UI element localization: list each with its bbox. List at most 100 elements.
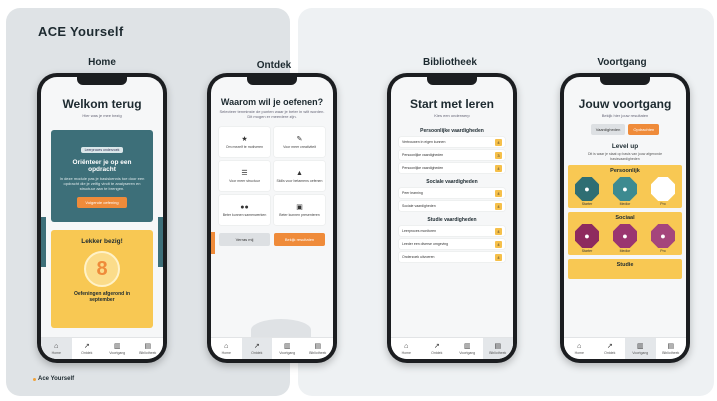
library-icon: ▤ <box>494 342 502 350</box>
home-icon: ⌂ <box>54 342 59 350</box>
badge[interactable]: ● Starter <box>575 224 599 253</box>
compass-icon: ↗ <box>253 342 260 350</box>
pencil-icon: ✎ <box>296 135 303 143</box>
tab-bar: ⌂ Home ↗ Ontdek ▥ Voortgang ▤ Bibliotheek <box>391 337 513 359</box>
tab-ontdek[interactable]: ↗ Ontdek <box>422 338 453 359</box>
column-title-bibliotheek: Bibliotheek <box>423 57 477 68</box>
segment-assignments[interactable]: Opdrachten <box>628 124 660 135</box>
compass-icon: ↗ <box>433 342 440 350</box>
goal-option[interactable]: ▲ Skills voor betamens oefenen <box>274 161 325 191</box>
segmented-control: Vaardigheden Opdrachten <box>564 124 686 135</box>
goal-label: Skills voor betamens oefenen <box>276 178 323 183</box>
goal-option[interactable]: ●● Beter kunnen samenwerken <box>219 195 270 225</box>
list-item[interactable]: Leerproces monitoren 4 <box>399 226 505 236</box>
next-exercise-button[interactable]: Volgende oefening <box>77 197 127 208</box>
list-item[interactable]: Leeder een diverse omgeving 4 <box>399 239 505 249</box>
badge-person-icon: ● <box>613 177 637 201</box>
badge[interactable]: Pro <box>651 177 675 206</box>
tab-home[interactable]: ⌂ Home <box>41 338 72 359</box>
level-band-persoonlijk: Persoonlijk ● Starter ● Medior Pro <box>568 165 682 208</box>
level-description: Dit is waar je staat op basis van jouw a… <box>587 152 663 161</box>
badge[interactable]: ● Pro <box>651 224 675 253</box>
surprise-me-button[interactable]: Verras mij <box>219 233 270 246</box>
tab-ontdek[interactable]: ↗ Ontdek <box>241 338 272 359</box>
exercises-count: 8 <box>84 251 120 287</box>
badge-label: Starter <box>581 202 593 206</box>
tab-ontdek[interactable]: ↗ Ontdek <box>595 338 626 359</box>
phone-notch <box>600 77 650 85</box>
badge-person-icon: ● <box>613 224 637 248</box>
tab-bibliotheek[interactable]: ▤ Bibliotheek <box>656 338 687 359</box>
list-item-label: Persoonlijke vaardigheden <box>402 166 444 170</box>
count-badge: 4 <box>495 164 502 172</box>
selection-indicator <box>211 232 215 254</box>
star-icon: ★ <box>241 135 248 143</box>
list-item[interactable]: Sociale vaardigheden 4 <box>399 201 505 211</box>
tab-label: Voortgang <box>632 350 649 355</box>
people-icon: ●● <box>240 203 249 211</box>
list-item-label: Onderzoek uitvoeren <box>402 255 435 259</box>
action-buttons: Verras mij Bekijk resultaten <box>219 233 325 246</box>
home-screen: Welkom terug Hier was je mee bezig Leerp… <box>41 77 163 359</box>
goal-option[interactable]: ✎ Voor meer creativiteit <box>274 127 325 157</box>
badge[interactable]: ● Medior <box>613 177 637 206</box>
tab-label: Ontdek <box>431 350 443 355</box>
tab-home[interactable]: ⌂ Home <box>211 338 242 359</box>
badge[interactable]: ● Medior <box>613 224 637 253</box>
page-subtitle: Bekijk hier jouw resultaten <box>601 113 649 118</box>
tab-home[interactable]: ⌂ Home <box>391 338 422 359</box>
page-subtitle: Hier was je mee bezig <box>82 113 122 118</box>
badge[interactable]: ● Starter <box>575 177 599 206</box>
badge-locked-icon <box>651 177 675 201</box>
page-subtitle: Selecteer tenminste de punten waar je be… <box>219 109 325 119</box>
compass-icon: ↗ <box>606 342 613 350</box>
tab-voortgang[interactable]: ▥ Voortgang <box>272 338 303 359</box>
home-icon: ⌂ <box>224 342 229 350</box>
goal-option[interactable]: ▣ Beter kunnen presenteren <box>274 195 325 225</box>
column-title-voortgang: Voortgang <box>597 57 647 68</box>
tab-label: Voortgang <box>459 350 476 355</box>
carousel-prev-card[interactable] <box>41 217 46 267</box>
page-title: Waarom wil je oefenen? <box>220 97 324 107</box>
tab-bibliotheek[interactable]: ▤ Bibliotheek <box>482 338 513 359</box>
goal-option[interactable]: ★ Om mezelf te motiveren <box>219 127 270 157</box>
tab-label: Bibliotheek <box>489 350 507 355</box>
level-title: Level up <box>611 143 639 150</box>
tab-voortgang[interactable]: ▥ Voortgang <box>452 338 483 359</box>
assignment-card[interactable]: Leerproces onderzoek Oriënteer je op een… <box>51 130 153 222</box>
tab-ontdek[interactable]: ↗ Ontdek <box>72 338 103 359</box>
phone-home: Welkom terug Hier was je mee bezig Leerp… <box>37 73 167 363</box>
tab-home[interactable]: ⌂ Home <box>564 338 595 359</box>
view-results-button[interactable]: Bekijk resultaten <box>274 233 325 246</box>
progress-icon: ▥ <box>463 342 471 350</box>
tab-bibliotheek[interactable]: ▤ Bibliotheek <box>133 338 164 359</box>
library-icon: ▤ <box>314 342 322 350</box>
tab-label: Ontdek <box>81 350 93 355</box>
progress-icon: ▥ <box>113 342 121 350</box>
band-heading: Studie <box>616 262 634 268</box>
list-item-label: Persoonlijke vaardigheden <box>402 153 444 157</box>
tab-voortgang[interactable]: ▥ Voortgang <box>102 338 133 359</box>
list-item[interactable]: Onderzoek uitvoeren 4 <box>399 252 505 262</box>
badge-label: Medior <box>619 249 631 253</box>
segment-skills[interactable]: Vaardigheden <box>590 124 626 135</box>
count-badge: 4 <box>495 240 502 248</box>
carousel-next-card[interactable] <box>158 217 163 267</box>
tab-voortgang[interactable]: ▥ Voortgang <box>625 338 656 359</box>
count-badge: 4 <box>495 227 502 235</box>
tab-bibliotheek[interactable]: ▤ Bibliotheek <box>303 338 334 359</box>
list-item[interactable]: Vertrouwen in eigen kunnen 4 <box>399 137 505 147</box>
list-item-label: Vertrouwen in eigen kunnen <box>402 140 446 144</box>
list-item-label: Leeder een diverse omgeving <box>402 242 449 246</box>
section-heading: Sociale vaardigheden <box>426 179 478 185</box>
level-band-sociaal: Sociaal ● Starter ● Medior ● Pro <box>568 212 682 255</box>
list-item[interactable]: Peer learning 4 <box>399 188 505 198</box>
list-item[interactable]: Persoonlijke vaardigheden 3 <box>399 150 505 160</box>
voortgang-screen: Jouw voortgang Bekijk hier jouw resultat… <box>564 77 686 359</box>
list-icon: ☰ <box>241 169 248 177</box>
home-icon: ⌂ <box>404 342 409 350</box>
goal-option[interactable]: ☰ Voor meer structuur <box>219 161 270 191</box>
tab-bar: ⌂ Home ↗ Ontdek ▥ Voortgang ▤ Bibliotheek <box>211 337 333 359</box>
page-title: Start met leren <box>409 97 495 111</box>
list-item[interactable]: Persoonlijke vaardigheden 4 <box>399 163 505 173</box>
